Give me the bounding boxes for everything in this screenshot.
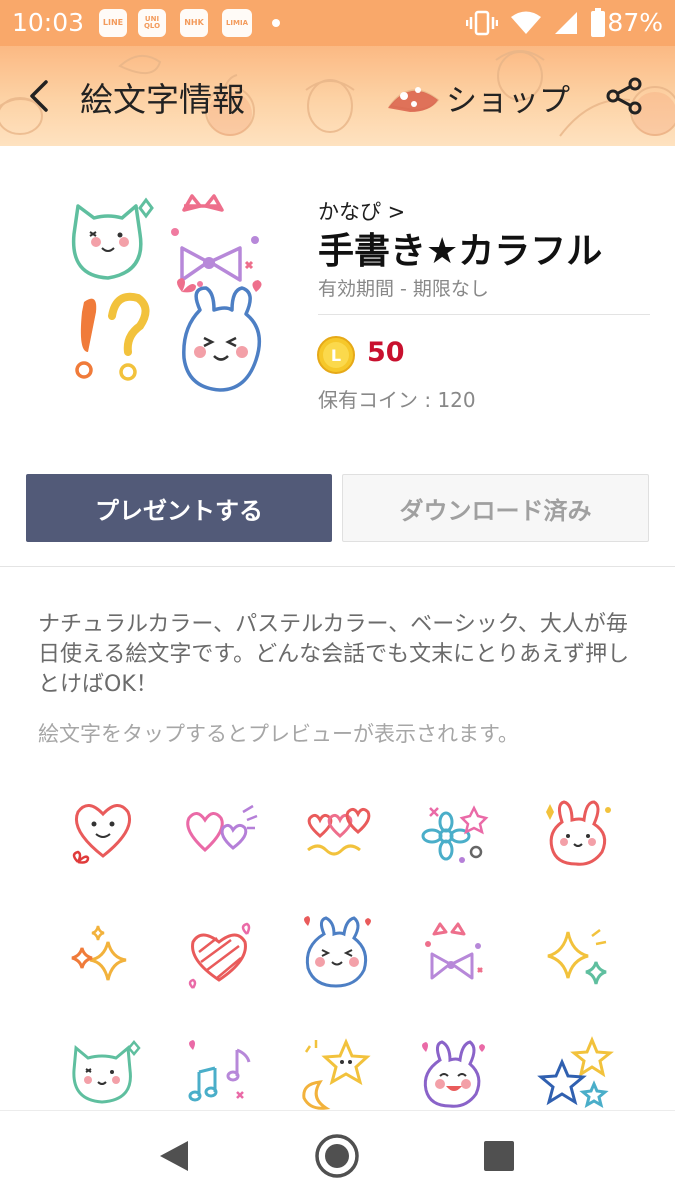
- limia-notification-icon: LIMIA: [222, 9, 252, 37]
- hearts-emoji[interactable]: [163, 778, 273, 888]
- emoji-grid: [0, 770, 675, 1110]
- more-notifications-dot: [272, 19, 280, 27]
- signal-icon: [555, 12, 577, 34]
- battery-icon: [591, 8, 605, 37]
- heart-face-emoji[interactable]: [48, 778, 158, 888]
- validity-period: 有効期間 - 期限なし: [318, 278, 489, 300]
- line-coin-icon: L: [317, 336, 355, 374]
- present-button[interactable]: プレゼントする: [26, 474, 332, 542]
- share-icon[interactable]: [604, 76, 644, 116]
- rabbit-purple-emoji[interactable]: [396, 1018, 506, 1110]
- divider: [0, 566, 675, 567]
- battery-percentage: 87%: [607, 8, 663, 37]
- downloaded-button[interactable]: ダウンロード済み: [342, 474, 649, 542]
- page-title: 絵文字情報: [80, 80, 245, 119]
- music-notes-emoji[interactable]: [163, 1018, 273, 1110]
- nhk-notification-icon: NHK: [180, 9, 208, 37]
- ribbon-emoji[interactable]: [396, 898, 506, 1008]
- status-time: 10:03: [12, 8, 85, 37]
- product-thumbnail: [71, 194, 262, 392]
- sparkles-yellow-emoji[interactable]: [522, 898, 632, 1008]
- flowers-emoji[interactable]: [396, 778, 506, 888]
- product-description: ナチュラルカラー、パステルカラー、ベーシック、大人が毎日使える絵文字です。どんな…: [38, 612, 630, 697]
- divider: [318, 314, 650, 315]
- back-button[interactable]: [20, 74, 60, 118]
- shop-link[interactable]: ショップ: [446, 75, 570, 120]
- cat-sticker: [71, 204, 143, 280]
- line-notification-icon: LINE: [99, 9, 127, 37]
- app-header: 絵文字情報 ショップ: [0, 46, 675, 146]
- rabbit-pink-emoji[interactable]: [522, 778, 632, 888]
- system-navigation-bar: [0, 1110, 675, 1200]
- striped-heart-emoji[interactable]: [163, 898, 273, 1008]
- price: 50: [367, 337, 405, 368]
- sparkles-orange-emoji[interactable]: [48, 898, 158, 1008]
- preview-hint: 絵文字をタップするとプレビューが表示されます。: [38, 722, 519, 746]
- nav-recents-icon[interactable]: [476, 1133, 522, 1179]
- wifi-icon: [511, 11, 541, 34]
- owned-coins: 保有コイン : 120: [318, 388, 476, 412]
- rabbit-blue-emoji[interactable]: [280, 898, 390, 1008]
- uniqlo-notification-icon: UNI QLO: [138, 9, 166, 37]
- cat-green-emoji[interactable]: [48, 1018, 158, 1110]
- nav-home-icon[interactable]: [314, 1133, 360, 1179]
- nav-back-icon[interactable]: [152, 1133, 198, 1179]
- product-name: 手書き★カラフル: [318, 231, 603, 272]
- stars-blue-emoji[interactable]: [522, 1018, 632, 1110]
- vibrate-icon: [466, 10, 498, 36]
- status-bar: 10:03 LINE UNI QLO NHK LIMIA 87%: [0, 0, 675, 46]
- hearts-swirl-emoji[interactable]: [280, 778, 390, 888]
- moon-star-emoji[interactable]: [280, 1018, 390, 1110]
